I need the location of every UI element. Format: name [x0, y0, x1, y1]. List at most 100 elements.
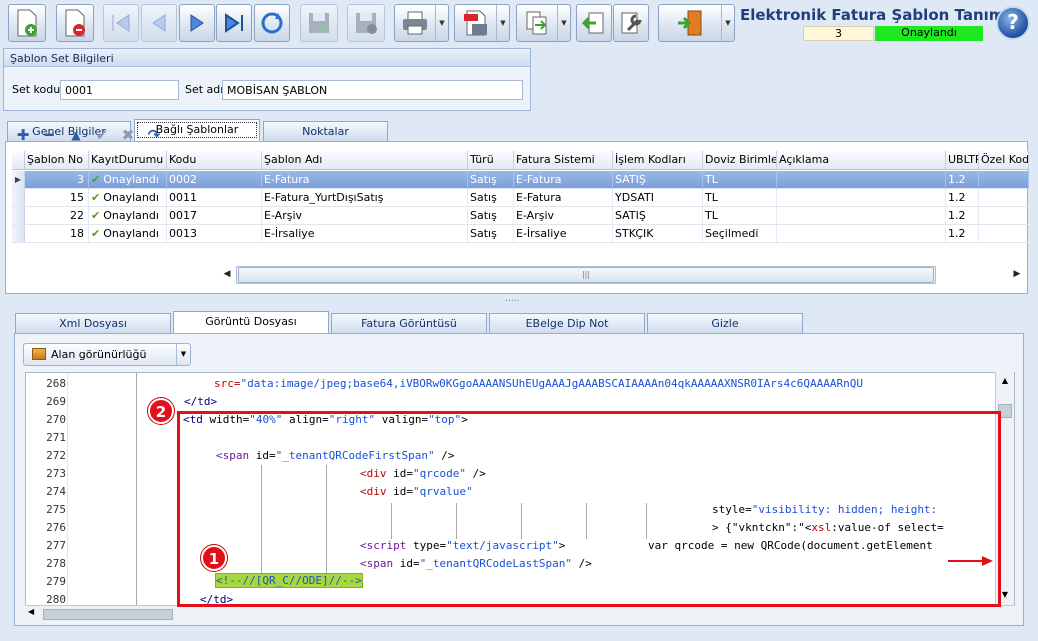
table-cell[interactable]: SATIŞ	[613, 207, 703, 225]
new-button[interactable]	[8, 4, 46, 42]
help-button[interactable]: ?	[996, 6, 1030, 40]
col-operation-codes[interactable]: İşlem Kodları	[613, 151, 703, 170]
tab-hide[interactable]: Gizle	[647, 313, 803, 333]
table-cell[interactable]: 18	[25, 225, 89, 243]
table-cell[interactable]: ✔ Onaylandı	[89, 225, 167, 243]
previous-record-button[interactable]	[141, 4, 177, 42]
scroll-up-arrow[interactable]: ▲	[996, 376, 1014, 385]
set-code-field[interactable]: 0001	[60, 80, 179, 100]
scroll-left-arrow[interactable]: ◀	[28, 607, 34, 616]
col-code[interactable]: Kodu	[167, 151, 262, 170]
table-cell[interactable]: STKÇIK	[613, 225, 703, 243]
tab-xml-file[interactable]: Xml Dosyası	[15, 313, 171, 333]
table-cell[interactable]: Satış	[468, 189, 514, 207]
grid-hscroll[interactable]: ◀ ||| ▶	[220, 265, 1025, 285]
table-cell[interactable]	[979, 207, 1029, 225]
table-cell[interactable]	[979, 225, 1029, 243]
exit-button[interactable]: ▼	[658, 4, 735, 42]
grid-confirm-button[interactable]: ✔	[93, 127, 111, 145]
first-record-button[interactable]	[103, 4, 139, 42]
col-record-status[interactable]: KayıtDurumu	[89, 151, 167, 170]
table-cell[interactable]: ✔ Onaylandı	[89, 171, 167, 189]
col-invoice-system[interactable]: Fatura Sistemi	[514, 151, 613, 170]
refresh-button[interactable]	[254, 4, 290, 42]
table-cell[interactable]: E-İrsaliye	[514, 225, 613, 243]
table-cell[interactable]: E-Fatura_YurtDışıSatış	[262, 189, 468, 207]
col-currencies[interactable]: Doviz Birimleri	[703, 151, 777, 170]
table-row[interactable]: 18 ✔ Onaylandı 0013 E-İrsaliye Satış E-İrsaliy…	[25, 225, 1029, 243]
scroll-left-arrow[interactable]: ◀	[220, 266, 234, 283]
table-cell[interactable]	[777, 225, 946, 243]
col-type[interactable]: Türü	[468, 151, 514, 170]
print-dropdown[interactable]: ▼	[435, 5, 448, 41]
grid-remove-button[interactable]: ━	[40, 127, 58, 145]
table-cell[interactable]: E-İrsaliye	[262, 225, 468, 243]
tools-button[interactable]	[613, 4, 649, 42]
col-description[interactable]: Açıklama	[777, 151, 946, 170]
table-cell[interactable]: ✔ Onaylandı	[89, 189, 167, 207]
hscroll-thumb[interactable]	[43, 609, 173, 620]
tab-view-file[interactable]: Görüntü Dosyası	[173, 311, 329, 333]
table-cell[interactable]: E-Arşiv	[262, 207, 468, 225]
delete-button[interactable]	[56, 4, 94, 42]
save-button[interactable]	[300, 4, 338, 42]
pdf-dropdown[interactable]: ▼	[496, 5, 509, 41]
panel-splitter[interactable]: .....	[505, 294, 519, 304]
grid-add-button[interactable]: ✚	[14, 127, 32, 145]
copy-dropdown[interactable]: ▼	[557, 5, 570, 41]
grid-undo-button[interactable]: ↷	[145, 127, 163, 145]
row-indicator[interactable]	[12, 225, 25, 243]
col-template-name[interactable]: Şablon Adı	[262, 151, 468, 170]
scroll-thumb[interactable]: |||	[238, 267, 934, 283]
row-indicator[interactable]	[12, 189, 25, 207]
table-cell[interactable]	[979, 171, 1029, 189]
col-ubltr[interactable]: UBLTR	[946, 151, 979, 170]
table-cell[interactable]: E-Arşiv	[514, 207, 613, 225]
exit-dropdown[interactable]: ▼	[721, 5, 734, 41]
table-cell[interactable]: 1.2	[946, 225, 979, 243]
table-cell[interactable]: 0017	[167, 207, 262, 225]
table-cell[interactable]: 0011	[167, 189, 262, 207]
table-cell[interactable]: E-Fatura	[262, 171, 468, 189]
set-name-field[interactable]: MOBİSAN ŞABLON	[222, 80, 523, 100]
code-hscroll[interactable]: ◀	[25, 605, 1015, 622]
table-cell[interactable]	[777, 171, 946, 189]
tab-invoice-view[interactable]: Fatura Görüntüsü	[331, 313, 487, 333]
table-cell[interactable]: 22	[25, 207, 89, 225]
table-cell[interactable]: TL	[703, 171, 777, 189]
table-cell[interactable]: 15	[25, 189, 89, 207]
field-visibility-button[interactable]: Alan görünürlüğü ▼	[23, 343, 191, 366]
table-cell[interactable]: 1.2	[946, 207, 979, 225]
tab-ebelge-footnote[interactable]: EBelge Dip Not	[489, 313, 645, 333]
grid-cancel-button[interactable]: ✖	[119, 127, 137, 145]
next-record-button[interactable]	[179, 4, 215, 42]
col-special-code[interactable]: Özel Kod	[979, 151, 1029, 170]
table-cell[interactable]: Satış	[468, 171, 514, 189]
table-cell[interactable]: 1.2	[946, 189, 979, 207]
field-visibility-dropdown[interactable]: ▼	[176, 344, 190, 365]
back-button[interactable]	[576, 4, 612, 42]
row-indicator[interactable]: ▶	[12, 171, 25, 189]
table-cell[interactable]: SATIŞ	[613, 171, 703, 189]
table-cell[interactable]: Satış	[468, 207, 514, 225]
table-cell[interactable]: TL	[703, 207, 777, 225]
scroll-right-arrow[interactable]: ▶	[1010, 266, 1024, 283]
table-cell[interactable]: E-Fatura	[514, 171, 613, 189]
last-record-button[interactable]	[216, 4, 252, 42]
print-button[interactable]: ▼	[394, 4, 449, 42]
table-cell[interactable]: Seçilmedi	[703, 225, 777, 243]
col-template-no[interactable]: Şablon No	[25, 151, 89, 170]
table-cell[interactable]: ✔ Onaylandı	[89, 207, 167, 225]
row-indicator[interactable]	[12, 207, 25, 225]
table-cell[interactable]: E-Fatura	[514, 189, 613, 207]
table-cell[interactable]: 1.2	[946, 171, 979, 189]
table-cell[interactable]: YDSATI	[613, 189, 703, 207]
table-row[interactable]: 22 ✔ Onaylandı 0017 E-Arşiv Satış E-Arşiv SATIŞ…	[25, 207, 1029, 225]
table-cell[interactable]: Satış	[468, 225, 514, 243]
tab-points[interactable]: Noktalar	[263, 121, 388, 141]
save-cancel-button[interactable]	[347, 4, 385, 42]
table-cell[interactable]: 3	[25, 171, 89, 189]
copy-button[interactable]: ▼	[516, 4, 571, 42]
table-cell[interactable]: 0002	[167, 171, 262, 189]
table-cell[interactable]: 0013	[167, 225, 262, 243]
